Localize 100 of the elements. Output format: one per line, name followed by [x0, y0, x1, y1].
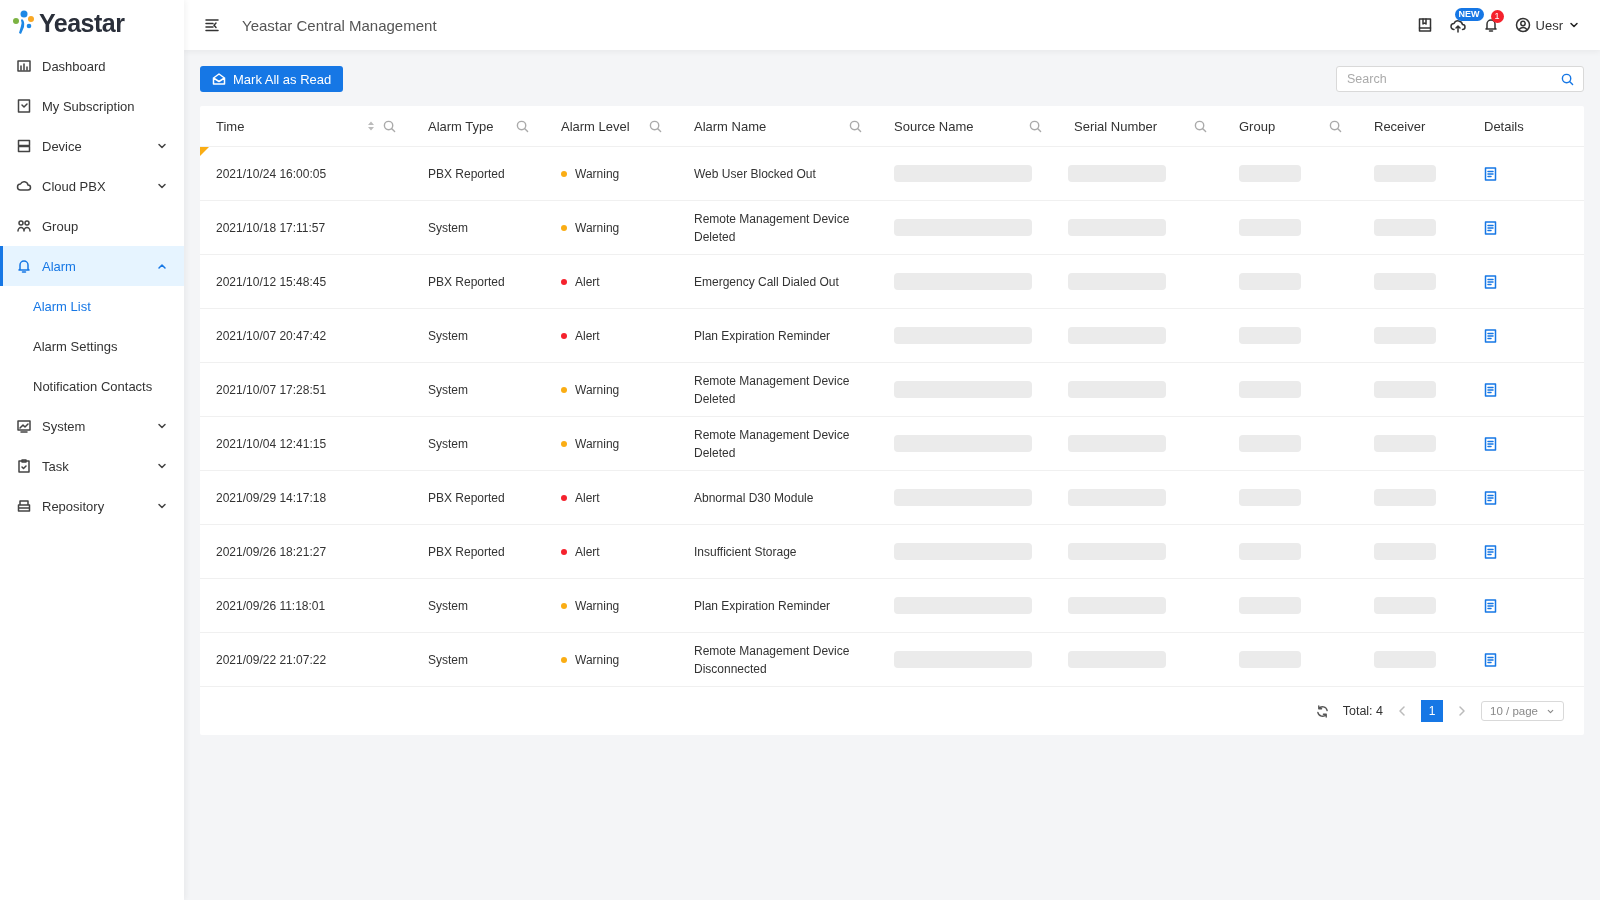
page-button[interactable]: 1: [1421, 700, 1444, 722]
document-icon[interactable]: [1484, 328, 1497, 343]
sidebar-subitem[interactable]: Notification Contacts: [0, 366, 184, 406]
logo-icon: [10, 9, 36, 37]
column-header: Source Name: [894, 118, 975, 134]
clipboard-icon: [16, 458, 32, 474]
document-icon[interactable]: [1484, 382, 1497, 397]
table-cell: Warning: [575, 382, 620, 397]
refresh-icon[interactable]: [1315, 704, 1329, 718]
search-icon[interactable]: [516, 119, 529, 133]
table-cell: 2021/10/12 15:48:45: [216, 274, 327, 289]
sidebar-item[interactable]: My Subscription: [0, 86, 184, 126]
sidebar-item[interactable]: System: [0, 406, 184, 446]
table-cell: 2021/09/26 18:21:27: [216, 544, 327, 559]
total-count: Total: 4: [1342, 704, 1384, 718]
table-cell: Alert: [575, 328, 600, 343]
notification-badge: 1: [1490, 10, 1504, 23]
mark-all-read-button[interactable]: Mark All as Read: [200, 66, 344, 92]
page-size-select[interactable]: 10 / page: [1481, 701, 1564, 721]
table-cell: Warning: [575, 598, 620, 613]
document-icon[interactable]: [1484, 436, 1497, 451]
table-cell-text: Plan Expiration Reminder: [694, 597, 831, 615]
sidebar-item[interactable]: Task: [0, 446, 184, 486]
table-cell: Warning: [575, 436, 620, 451]
sidebar-item[interactable]: Alarm: [0, 246, 184, 286]
bell-icon[interactable]: [1482, 17, 1499, 33]
user-menu[interactable]: Uesr: [1514, 17, 1580, 33]
table-cell: System: [428, 328, 468, 343]
server-icon: [16, 138, 32, 154]
table-cell: 2021/10/07 20:47:42: [216, 328, 327, 343]
table-cell: Warning: [575, 166, 620, 181]
table-cell-text: Emergency Call Dialed Out: [694, 273, 839, 291]
table-cell: System: [428, 598, 468, 613]
table-cell: PBX Reported: [428, 490, 505, 505]
column-header: Alarm Type: [428, 118, 495, 134]
table-cell: System: [428, 436, 468, 451]
document-icon[interactable]: [1484, 652, 1497, 667]
table-cell: Warning: [575, 652, 620, 667]
menu-icon[interactable]: [204, 17, 220, 33]
sidebar-item[interactable]: Cloud PBX: [0, 166, 184, 206]
chart-icon: [16, 58, 32, 74]
sidebar-item[interactable]: Device: [0, 126, 184, 166]
column-header: Time: [216, 118, 246, 134]
column-header: Details: [1484, 118, 1525, 134]
column-header: Serial Number: [1074, 118, 1159, 134]
document-icon[interactable]: [1484, 274, 1497, 289]
table-cell: 2021/10/07 17:28:51: [216, 382, 327, 397]
table-cell-text: Abnormal D30 Module: [694, 489, 814, 507]
table-cell: Alert: [575, 490, 600, 505]
search-field[interactable]: Search: [1336, 66, 1584, 92]
sidebar-item[interactable]: Dashboard: [0, 46, 184, 86]
table-cell: System: [428, 220, 468, 235]
column-header: Group: [1239, 118, 1277, 134]
group-icon: [16, 218, 32, 234]
document-icon[interactable]: [1484, 220, 1497, 235]
table-cell: System: [428, 652, 468, 667]
new-badge: NEW: [1454, 8, 1484, 21]
document-icon: [16, 98, 32, 114]
book-icon[interactable]: [1416, 17, 1433, 33]
cloud-icon: [16, 178, 32, 194]
table-cell-text: Insufficient Storage: [694, 543, 797, 561]
sidebar-item[interactable]: Group: [0, 206, 184, 246]
unread-marker: [200, 147, 209, 156]
table-cell: System: [428, 382, 468, 397]
monitor-icon: [16, 418, 32, 434]
cloud-upload-icon[interactable]: [1448, 17, 1467, 33]
table-cell: Alert: [575, 544, 600, 559]
envelope-icon: [212, 72, 226, 86]
document-icon[interactable]: [1484, 166, 1497, 181]
search-icon[interactable]: [1194, 119, 1207, 133]
search-icon[interactable]: [1029, 119, 1042, 133]
search-icon[interactable]: [849, 119, 862, 133]
search-icon[interactable]: [649, 119, 662, 133]
document-icon[interactable]: [1484, 490, 1497, 505]
sidebar-subitem[interactable]: Alarm Settings: [0, 326, 184, 366]
document-icon[interactable]: [1484, 598, 1497, 613]
search-icon[interactable]: [383, 119, 396, 133]
column-header: Receiver: [1374, 118, 1427, 134]
table-cell-text: Remote Management Device Disconnected: [694, 642, 851, 678]
sidebar-subitem[interactable]: Alarm List: [0, 286, 184, 326]
table-cell: 2021/09/26 11:18:01: [216, 598, 326, 613]
table-cell-text: Remote Management Device Deleted: [694, 210, 851, 246]
table-cell-text: Web User Blocked Out: [694, 165, 816, 183]
table-cell: 2021/10/04 12:41:15: [216, 436, 327, 451]
table-cell: PBX Reported: [428, 544, 505, 559]
table-cell: 2021/09/22 21:07:22: [216, 652, 327, 667]
table-cell-text: Remote Management Device Deleted: [694, 372, 851, 408]
table-cell: 2021/10/18 17:11:57: [216, 220, 326, 235]
bell-icon: [16, 258, 32, 274]
table-cell: PBX Reported: [428, 166, 505, 181]
app-title: Yeastar Central Management: [242, 16, 438, 34]
table-cell: PBX Reported: [428, 274, 505, 289]
table-cell: 2021/09/29 14:17:18: [216, 490, 327, 505]
document-icon[interactable]: [1484, 544, 1497, 559]
logo-text: Yeastar: [39, 8, 125, 38]
column-header: Alarm Name: [694, 118, 768, 134]
printer-icon: [16, 498, 32, 514]
search-icon[interactable]: [1561, 73, 1574, 86]
sidebar-item[interactable]: Repository: [0, 486, 184, 526]
search-icon[interactable]: [1329, 119, 1342, 133]
